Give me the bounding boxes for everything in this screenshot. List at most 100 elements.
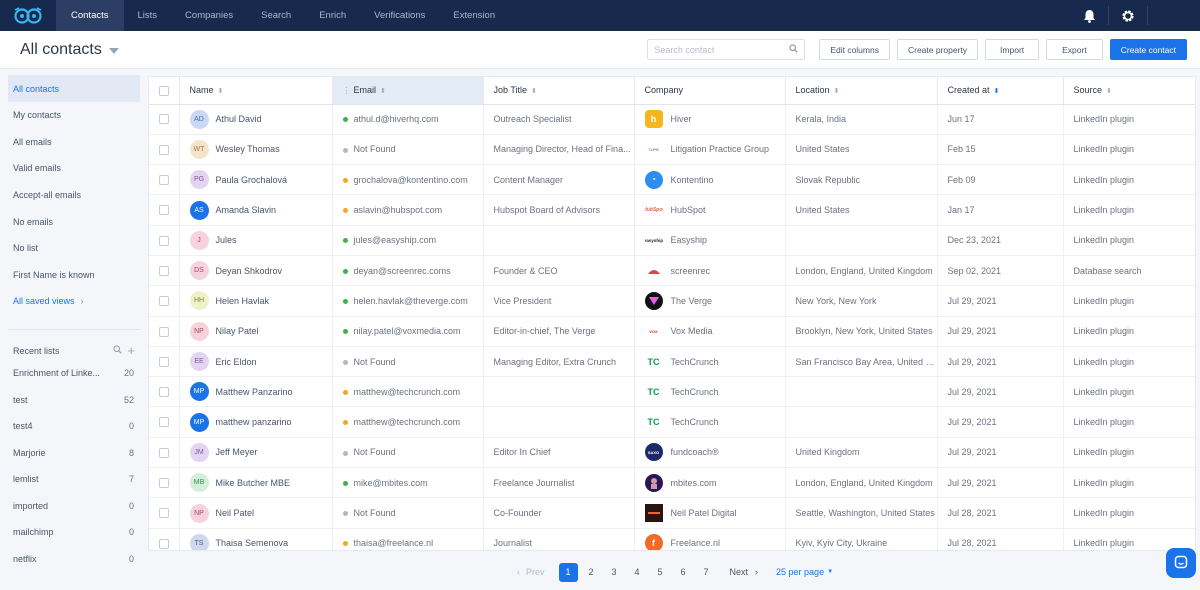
column-header-job-title[interactable]: Job Title ⬍ xyxy=(483,77,635,105)
contact-name[interactable]: Wesley Thomas xyxy=(216,144,280,154)
column-header-created-at[interactable]: Created at ⬍ xyxy=(937,77,1064,105)
edit-columns-button[interactable]: Edit columns xyxy=(819,39,890,60)
location-cell[interactable]: United Kingdom xyxy=(785,437,938,469)
name-cell[interactable]: EE Eric Eldon xyxy=(179,346,333,378)
job-title-cell[interactable]: Managing Director, Head of Fina... xyxy=(483,134,635,166)
row-checkbox[interactable] xyxy=(158,114,169,125)
source-cell[interactable]: LinkedIn plugin xyxy=(1063,104,1195,135)
nav-tab-enrich[interactable]: Enrich xyxy=(305,0,360,31)
contact-name[interactable]: Thaisa Semenova xyxy=(216,538,289,548)
created-at-cell[interactable]: Jul 28, 2021 xyxy=(937,497,1064,529)
sidebar-item-all-contacts[interactable]: All contacts xyxy=(8,75,140,102)
name-cell[interactable]: DS Deyan Shkodrov xyxy=(179,255,333,287)
table-row[interactable]: MB Mike Butcher MBE mike@mbites.com Freelan… xyxy=(149,467,1195,499)
created-at-cell[interactable]: Sep 02, 2021 xyxy=(937,255,1064,287)
email-cell[interactable]: matthew@techcrunch.com xyxy=(332,406,484,438)
create-contact-button[interactable]: Create contact xyxy=(1109,39,1187,60)
column-header-company[interactable]: Company xyxy=(634,77,786,105)
email-cell[interactable]: matthew@techcrunch.com xyxy=(332,376,484,408)
name-cell[interactable]: NP Neil Patel xyxy=(179,497,333,529)
location-cell[interactable]: United States xyxy=(785,194,938,226)
page-number-button[interactable]: 4 xyxy=(628,563,647,582)
location-cell[interactable] xyxy=(785,406,938,438)
select-all-checkbox[interactable] xyxy=(158,85,169,96)
location-cell[interactable]: Seattle, Washington, United States xyxy=(785,497,938,529)
recent-list-item[interactable]: Enrichment of Linke... 20 xyxy=(0,360,148,387)
nav-tab-contacts[interactable]: Contacts xyxy=(56,0,124,31)
contact-name[interactable]: Neil Patel xyxy=(216,508,255,518)
search-icon[interactable] xyxy=(789,44,799,55)
sort-icon[interactable]: ⬍ xyxy=(380,88,386,95)
recent-list-item[interactable]: test 52 xyxy=(0,386,148,413)
source-cell[interactable]: LinkedIn plugin xyxy=(1063,346,1195,378)
source-cell[interactable]: LinkedIn plugin xyxy=(1063,437,1195,469)
created-at-cell[interactable]: Jun 17 xyxy=(937,104,1064,135)
name-cell[interactable]: J Jules xyxy=(179,225,333,256)
sidebar-item-my-contacts[interactable]: My contacts xyxy=(0,102,148,129)
per-page-select[interactable]: 25 per page ▼ xyxy=(776,567,833,577)
name-cell[interactable]: PG Paula Grochalová xyxy=(179,164,333,196)
table-row[interactable]: MP matthew panzarino matthew@techcrunch.co… xyxy=(149,406,1195,438)
location-cell[interactable]: Kerala, India xyxy=(785,104,938,135)
job-title-cell[interactable]: Outreach Specialist xyxy=(483,104,635,135)
row-checkbox[interactable] xyxy=(158,447,169,458)
contact-name[interactable]: Jeff Meyer xyxy=(216,447,258,457)
name-cell[interactable]: AD Athul David xyxy=(179,104,333,135)
email-cell[interactable]: Not Found xyxy=(332,346,484,378)
sort-icon[interactable]: ⬍ xyxy=(531,88,537,95)
email-cell[interactable]: grochalova@kontentino.com xyxy=(332,164,484,196)
row-checkbox[interactable] xyxy=(158,265,169,276)
recent-list-item[interactable]: mailchimp 0 xyxy=(0,519,148,546)
company-cell[interactable]: ≡LPG Litigation Practice Group xyxy=(634,134,786,166)
name-cell[interactable]: TS Thaisa Semenova xyxy=(179,528,333,550)
created-at-cell[interactable]: Jan 17 xyxy=(937,194,1064,226)
prev-page-button[interactable]: ‹ Prev xyxy=(517,567,545,577)
gear-icon[interactable] xyxy=(1109,0,1147,31)
nav-tab-verifications[interactable]: Verifications xyxy=(360,0,439,31)
table-row[interactable]: AS Amanda Slavin aslavin@hubspot.com Hubspo… xyxy=(149,194,1195,226)
sort-icon[interactable]: ⬍ xyxy=(834,88,840,95)
email-cell[interactable]: Not Found xyxy=(332,497,484,529)
contact-name[interactable]: Eric Eldon xyxy=(216,357,257,367)
location-cell[interactable]: London, England, United Kingdom xyxy=(785,467,938,499)
table-row[interactable]: HH Helen Havlak helen.havlak@theverge.com V… xyxy=(149,285,1195,317)
table-row[interactable]: MP Matthew Panzarino matthew@techcrunch.co… xyxy=(149,376,1195,408)
recent-list-item[interactable]: Marjorie 8 xyxy=(0,439,148,466)
sort-desc-icon[interactable]: ⬍ xyxy=(994,88,1000,95)
drag-handle-icon[interactable]: ⋮ xyxy=(343,86,351,95)
page-number-button[interactable]: 1 xyxy=(558,562,578,582)
column-header-name[interactable]: Name ⬍ xyxy=(179,77,333,105)
row-checkbox[interactable] xyxy=(158,508,169,519)
contact-name[interactable]: Athul David xyxy=(216,114,262,124)
sidebar-item-valid-emails[interactable]: Valid emails xyxy=(0,155,148,182)
page-number-button[interactable]: 5 xyxy=(651,563,670,582)
created-at-cell[interactable]: Jul 29, 2021 xyxy=(937,285,1064,317)
table-row[interactable]: JM Jeff Meyer Not Found Editor In Chief SAXO… xyxy=(149,437,1195,469)
location-cell[interactable]: Brooklyn, New York, United States xyxy=(785,316,938,347)
nav-tab-search[interactable]: Search xyxy=(247,0,305,31)
source-cell[interactable]: LinkedIn plugin xyxy=(1063,285,1195,317)
created-at-cell[interactable]: Jul 29, 2021 xyxy=(937,346,1064,378)
row-checkbox[interactable] xyxy=(158,175,169,186)
row-checkbox[interactable] xyxy=(158,538,169,549)
nav-tab-companies[interactable]: Companies xyxy=(171,0,247,31)
contact-name[interactable]: Mike Butcher MBE xyxy=(216,478,291,488)
contact-name[interactable]: Amanda Slavin xyxy=(216,205,277,215)
nav-tab-lists[interactable]: Lists xyxy=(124,0,172,31)
name-cell[interactable]: MP Matthew Panzarino xyxy=(179,376,333,408)
job-title-cell[interactable]: Co-Founder xyxy=(483,497,635,529)
sidebar-item-no-list[interactable]: No list xyxy=(0,235,148,262)
contact-name[interactable]: Deyan Shkodrov xyxy=(216,266,283,276)
sidebar-item-no-emails[interactable]: No emails xyxy=(0,208,148,235)
recent-list-item[interactable]: test4 0 xyxy=(0,413,148,440)
sort-icon[interactable]: ⬍ xyxy=(218,88,224,95)
row-checkbox[interactable] xyxy=(158,478,169,489)
row-checkbox[interactable] xyxy=(158,144,169,155)
company-cell[interactable]: ◔ Kontentino xyxy=(634,164,786,196)
job-title-cell[interactable]: Journalist xyxy=(483,528,635,550)
sidebar-item-first-name-known[interactable]: First Name is known xyxy=(0,262,148,289)
created-at-cell[interactable]: Jul 29, 2021 xyxy=(937,467,1064,499)
logo-icon[interactable] xyxy=(0,0,56,31)
job-title-cell[interactable]: Hubspot Board of Advisors xyxy=(483,194,635,226)
source-cell[interactable]: LinkedIn plugin xyxy=(1063,134,1195,166)
